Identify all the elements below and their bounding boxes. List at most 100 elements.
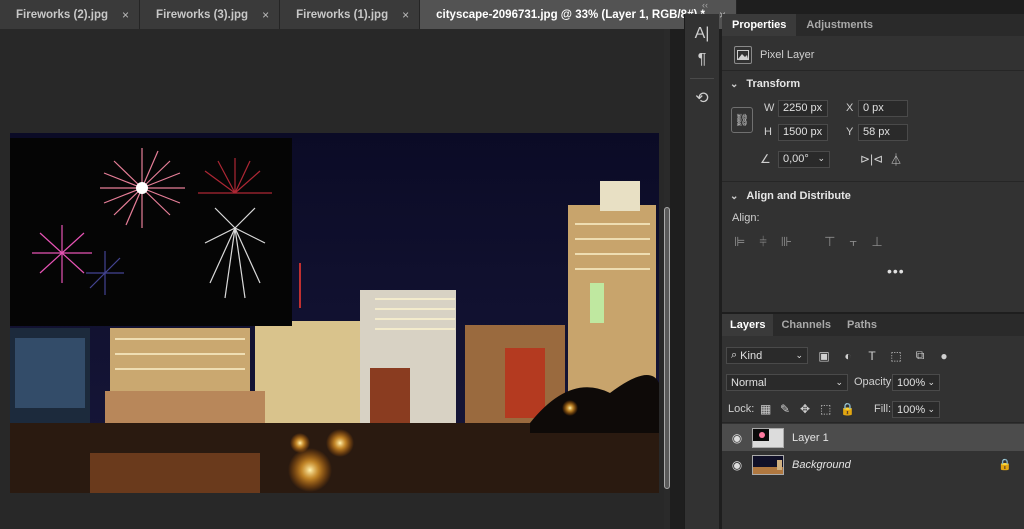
height-field[interactable]: 1500 px [778, 124, 828, 141]
tab-label: Fireworks (2).jpg [16, 8, 109, 21]
link-dimensions-icon[interactable]: ⛓ [731, 107, 753, 133]
filter-type-icon[interactable]: T [864, 349, 880, 363]
flip-vertical-icon[interactable]: ⏃ [890, 151, 902, 168]
align-bottom-icon[interactable]: ⊥ [871, 234, 882, 250]
lock-transparent-pixels-icon[interactable]: ▦ [760, 402, 771, 416]
scrollbar-thumb[interactable] [664, 207, 670, 489]
tab-fireworks-1[interactable]: Fireworks (1).jpg × [280, 0, 421, 29]
x-label: X [846, 102, 854, 114]
y-field[interactable]: 58 px [858, 124, 908, 141]
visibility-eye-icon[interactable]: ◉ [722, 431, 752, 445]
layer-filter-row: ⌕ Kind ⌄ ▣ ◐ T ⬚ ⧉ ● [726, 347, 952, 364]
align-buttons: ⊫ ⫩ ⊪ ⊤ ⫟ ⊥ [734, 234, 883, 250]
tab-fireworks-3[interactable]: Fireworks (3).jpg × [140, 0, 281, 29]
tab-label: cityscape-2096731.jpg @ 33% (Layer 1, RG… [436, 8, 705, 21]
divider [722, 70, 1024, 71]
tab-label: Fireworks (1).jpg [296, 8, 389, 21]
image-icon [734, 46, 752, 64]
tab-paths[interactable]: Paths [839, 314, 885, 336]
align-horizontal-center-icon[interactable]: ⫩ [759, 234, 766, 250]
width-label: W [764, 102, 775, 114]
chevron-down-icon: ⌄ [730, 78, 739, 90]
filter-smart-object-icon[interactable]: ⧉ [912, 348, 928, 363]
angle-icon: ∠ [760, 152, 771, 166]
lock-label: Lock: [728, 403, 755, 415]
divider [722, 422, 1024, 423]
cityscape-image [10, 133, 659, 493]
search-icon: ⌕ [731, 349, 738, 361]
layer-thumbnail [752, 427, 784, 448]
canvas-vertical-scrollbar[interactable] [664, 29, 670, 529]
blend-mode-dropdown[interactable]: Normal ⌄ [726, 374, 848, 391]
lock-image-pixels-icon[interactable]: ✎ [780, 402, 790, 416]
opacity-value: 100% [897, 376, 926, 389]
filter-shape-icon[interactable]: ⬚ [888, 349, 904, 363]
align-top-icon[interactable]: ⊤ [824, 234, 835, 250]
align-right-icon[interactable]: ⊪ [781, 234, 792, 250]
align-left-icon[interactable]: ⊫ [734, 234, 745, 250]
fill-label: Fill: [874, 403, 892, 415]
section-title: Transform [746, 78, 801, 90]
tab-label: Fireworks (3).jpg [156, 8, 249, 21]
section-title: Align and Distribute [746, 190, 851, 202]
more-options-icon[interactable]: ••• [887, 263, 905, 279]
properties-tab-bar: Properties Adjustments [722, 14, 1024, 36]
tab-properties[interactable]: Properties [722, 14, 797, 36]
layer-row-layer-1[interactable]: ◉ Layer 1 [722, 424, 1024, 451]
lock-all-icon[interactable]: 🔒 [840, 402, 855, 416]
layers-tab-bar: Layers Channels Paths [722, 314, 1024, 336]
layer-kind-label: Pixel Layer [760, 49, 815, 61]
chevron-down-icon: ⌄ [795, 350, 803, 360]
align-section-header[interactable]: ⌄ Align and Distribute [730, 190, 851, 202]
filter-pixel-icon[interactable]: ▣ [816, 349, 832, 363]
close-icon[interactable]: × [122, 8, 129, 22]
chevron-down-icon: ⌄ [927, 404, 935, 414]
collapse-panels-icon[interactable]: ‹‹ [702, 0, 708, 10]
document-canvas[interactable] [10, 133, 659, 493]
layer-name: Background [792, 458, 851, 471]
paragraph-panel-icon[interactable]: ¶ [688, 48, 716, 72]
tab-channels[interactable]: Channels [773, 314, 839, 336]
opacity-label: Opacity: [854, 376, 895, 388]
visibility-eye-icon[interactable]: ◉ [722, 458, 752, 472]
angle-field[interactable]: 0,00° ⌄ [778, 151, 830, 168]
chevron-down-icon: ⌄ [817, 153, 825, 163]
fill-field[interactable]: 100% ⌄ [892, 401, 940, 418]
chevron-down-icon: ⌄ [730, 190, 739, 202]
tab-layers[interactable]: Layers [722, 314, 774, 336]
align-label: Align: [732, 212, 760, 224]
angle-value: 0,00° [783, 153, 809, 165]
tab-fireworks-2[interactable]: Fireworks (2).jpg × [0, 0, 141, 29]
filter-toggle-icon[interactable]: ● [936, 349, 952, 363]
document-tab-bar: Fireworks (2).jpg × Fireworks (3).jpg × … [0, 0, 737, 29]
height-label: H [764, 126, 772, 138]
width-field[interactable]: 2250 px [778, 100, 828, 117]
fill-value: 100% [897, 403, 926, 416]
layer-row-background[interactable]: ◉ Background 🔒 [722, 451, 1024, 478]
layer-name: Layer 1 [792, 431, 829, 444]
history-panel-icon[interactable]: ⟲ [688, 86, 716, 110]
align-vertical-center-icon[interactable]: ⫟ [849, 234, 857, 250]
chevron-down-icon: ⌄ [927, 377, 935, 387]
tab-adjustments[interactable]: Adjustments [796, 14, 883, 36]
transform-section-header[interactable]: ⌄ Transform [730, 78, 800, 90]
layers-panel: Layers Channels Paths ⌕ Kind ⌄ ▣ ◐ T ⬚ ⧉… [722, 312, 1024, 529]
filter-kind-dropdown[interactable]: ⌕ Kind ⌄ [726, 347, 808, 364]
character-panel-icon[interactable]: A| [688, 22, 716, 46]
filter-adjustment-icon[interactable]: ◐ [840, 349, 856, 363]
lock-position-icon[interactable]: ✥ [800, 402, 810, 416]
close-icon[interactable]: × [402, 8, 409, 22]
layer-thumbnail [752, 454, 784, 475]
close-icon[interactable]: × [262, 8, 269, 22]
blend-mode-value: Normal [731, 376, 767, 389]
pixel-layer-header: Pixel Layer [734, 46, 814, 64]
opacity-field[interactable]: 100% ⌄ [892, 374, 940, 391]
flip-horizontal-icon[interactable]: ⊳|⊲ [860, 152, 883, 166]
lock-artboard-icon[interactable]: ⬚ [820, 402, 831, 416]
tool-divider [690, 78, 714, 79]
x-field[interactable]: 0 px [858, 100, 908, 117]
divider [722, 181, 1024, 182]
chevron-down-icon: ⌄ [835, 377, 843, 387]
filter-kind-value: Kind [740, 349, 763, 362]
lock-icon: 🔒 [998, 459, 1012, 471]
